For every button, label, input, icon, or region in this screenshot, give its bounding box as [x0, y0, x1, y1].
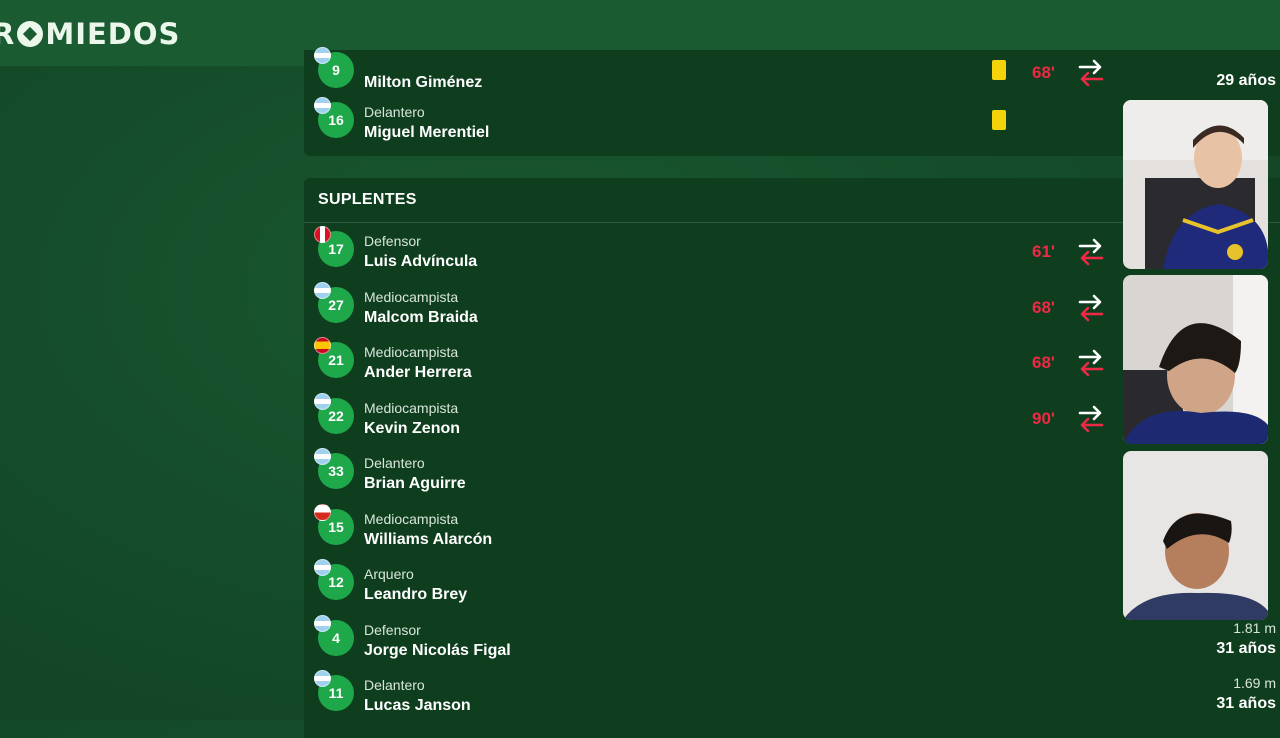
country-flag-icon	[314, 670, 331, 687]
participant-video-1	[1123, 100, 1268, 269]
player-name[interactable]: Leandro Brey	[364, 586, 467, 604]
country-flag-icon	[314, 392, 331, 410]
participant-video-2	[1123, 275, 1268, 444]
country-flag-icon	[314, 503, 331, 521]
player-position: Mediocampista	[364, 399, 459, 416]
participant-video-3	[1123, 451, 1268, 620]
player-position: Arquero	[364, 566, 414, 582]
country-flag-icon	[314, 559, 331, 576]
swap-arrows-icon	[1078, 405, 1104, 432]
logo-rest: MIEDOS	[45, 17, 181, 51]
player-name[interactable]: Lucas Janson	[364, 697, 471, 715]
player-position: Delantero	[364, 104, 425, 120]
player-age: 29 años	[1216, 72, 1276, 89]
video-tile-2[interactable]	[1123, 275, 1268, 444]
player-row[interactable]: 9 Milton Giménez 68' 29 años	[304, 44, 1280, 94]
site-logo[interactable]: R MIEDOS	[0, 14, 180, 54]
yellow-card-icon	[992, 110, 1006, 130]
substitution-minute: 68'	[1032, 63, 1055, 82]
substitution-minute: 61'	[1032, 242, 1055, 261]
video-tile-1[interactable]	[1123, 100, 1268, 269]
player-position: Mediocampista	[364, 510, 459, 527]
swap-arrows-icon	[1078, 59, 1104, 87]
player-position: Defensor	[364, 233, 421, 249]
country-flag-icon	[314, 281, 331, 299]
player-age: 31 años	[1216, 695, 1276, 712]
player-position: Mediocampista	[364, 344, 459, 360]
swap-arrows-icon	[1078, 238, 1104, 266]
country-flag-icon	[314, 226, 331, 243]
player-name[interactable]: Milton Giménez	[364, 74, 482, 92]
player-name[interactable]: Miguel Merentiel	[364, 124, 489, 142]
player-position: Mediocampista	[364, 288, 459, 305]
substitution-minute: 90'	[1032, 408, 1055, 428]
clipped-right-column	[1268, 96, 1280, 636]
player-name[interactable]: Ander Herrera	[364, 364, 472, 382]
player-name[interactable]: Kevin Zenon	[364, 420, 460, 438]
country-flag-icon	[314, 448, 331, 465]
country-flag-icon	[314, 47, 331, 64]
player-name[interactable]: Malcom Braida	[364, 309, 478, 327]
yellow-card-icon	[992, 60, 1006, 80]
player-row[interactable]: 11 Delantero Lucas Janson 1.69 m 31 años	[304, 667, 1280, 723]
swap-arrows-icon	[1078, 294, 1104, 321]
substitution-minute: 68'	[1032, 297, 1055, 317]
player-name[interactable]: Williams Alarcón	[364, 531, 492, 549]
country-flag-icon	[314, 337, 331, 354]
country-flag-icon	[314, 97, 331, 114]
video-tile-3[interactable]	[1123, 451, 1268, 620]
player-name[interactable]: Jorge Nicolás Figal	[364, 642, 511, 660]
player-name[interactable]: Brian Aguirre	[364, 475, 466, 493]
country-flag-icon	[314, 614, 331, 632]
player-position: Defensor	[364, 621, 421, 638]
substitution-minute: 68'	[1032, 353, 1055, 372]
soccer-ball-icon	[17, 21, 44, 47]
player-name[interactable]: Luis Advíncula	[364, 253, 477, 271]
player-age: 31 años	[1216, 639, 1276, 657]
logo-prefix: R	[0, 17, 16, 51]
player-position: Delantero	[364, 677, 425, 693]
player-position: Delantero	[364, 455, 425, 471]
swap-arrows-icon	[1078, 349, 1104, 377]
player-height: 1.69 m	[1233, 675, 1276, 691]
